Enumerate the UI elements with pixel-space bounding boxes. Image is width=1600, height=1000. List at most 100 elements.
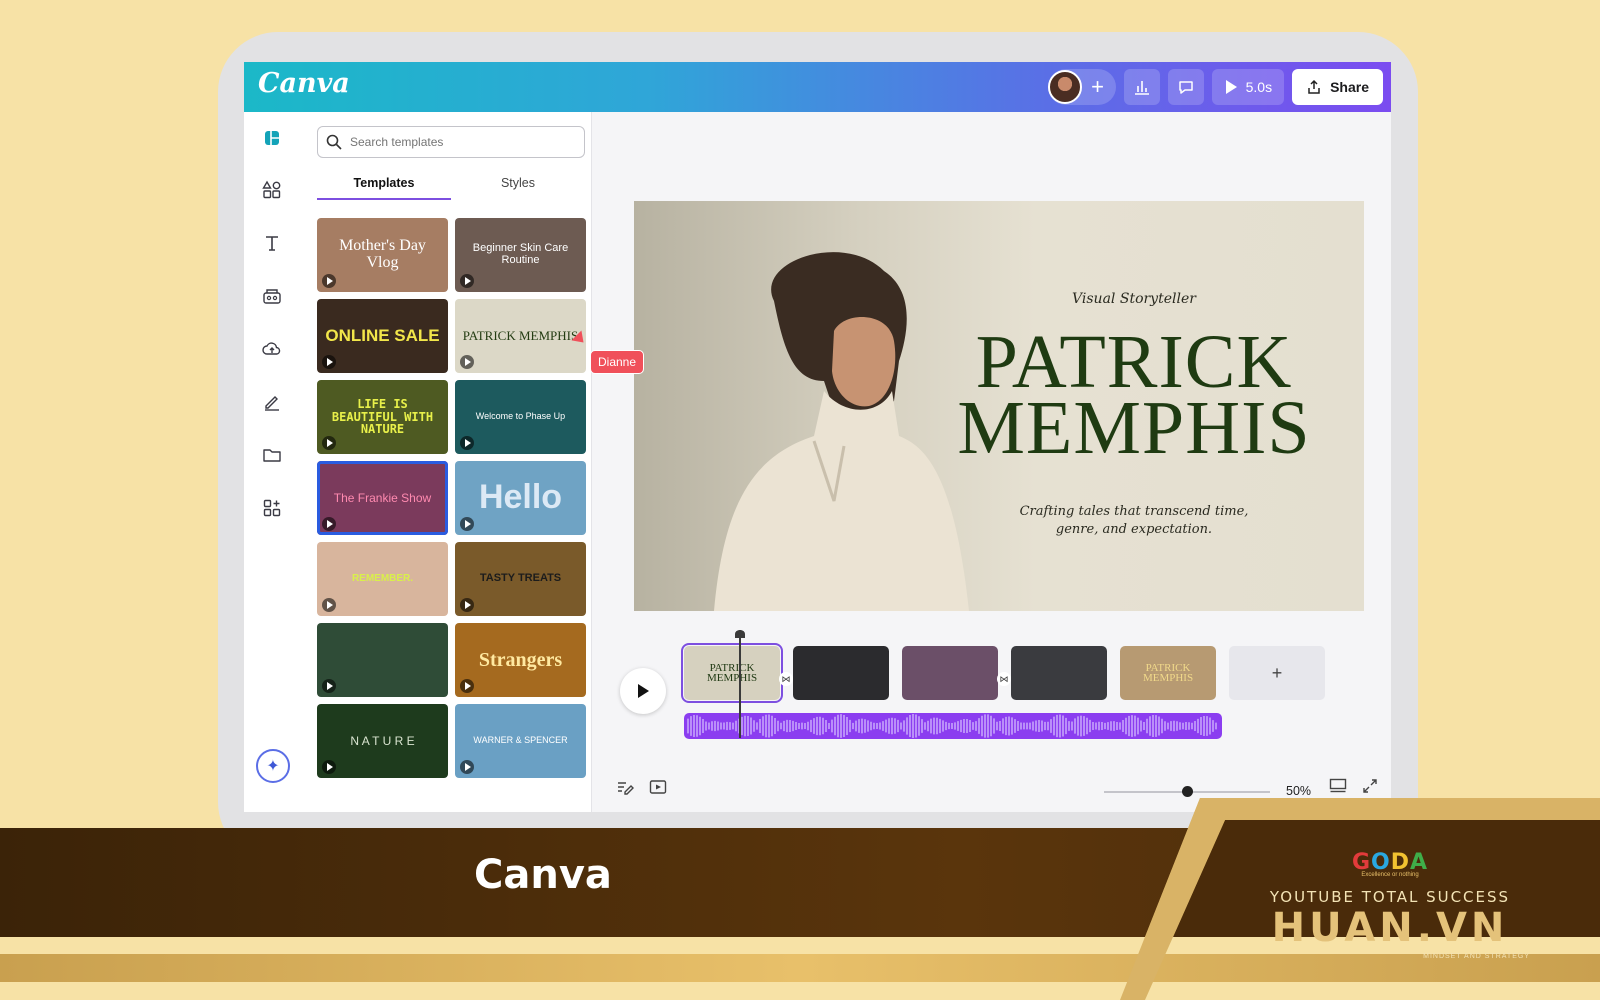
collaborator-tag: Dianne — [590, 350, 645, 374]
template-thumb-label: PATRICK MEMPHIS — [462, 328, 579, 344]
slide-canvas[interactable]: Visual Storyteller PATRICK MEMPHIS Craft… — [634, 201, 1364, 611]
slide-tagline-line1: Crafting tales that transcend time, — [1019, 504, 1249, 519]
video-play-icon — [322, 436, 336, 450]
banner-title: Canva — [474, 852, 612, 898]
timeline-clip-label-line2: MEMPHIS — [706, 672, 758, 684]
video-play-icon — [460, 517, 474, 531]
add-collaborator-button[interactable]: + — [1086, 75, 1110, 99]
template-thumb-label: N A T U R E — [350, 733, 415, 748]
side-rail: ✦ — [244, 112, 300, 812]
search-icon — [326, 134, 342, 150]
panel-tabs: Templates Styles — [317, 172, 585, 200]
template-thumb-label: WARNER & SPENCER — [473, 735, 568, 746]
uploads-icon[interactable] — [258, 335, 286, 363]
comments-button[interactable] — [1167, 69, 1204, 105]
template-thumb[interactable]: TASTY TREATS — [455, 542, 586, 616]
slide-tagline: Crafting tales that transcend time, genr… — [1004, 503, 1264, 539]
video-play-icon — [460, 436, 474, 450]
elements-icon[interactable] — [258, 176, 286, 204]
template-thumb-label: Strangers — [478, 648, 563, 671]
brand-tagline: YOUTUBE TOTAL SUCCESS — [1269, 888, 1511, 906]
template-thumb[interactable]: PATRICK MEMPHIS — [455, 299, 586, 373]
magic-icon[interactable]: ✦ — [256, 749, 290, 783]
portrait-image — [714, 252, 969, 611]
search-input[interactable] — [350, 135, 570, 149]
template-thumb[interactable]: Beginner Skin Care Routine — [455, 218, 586, 292]
timeline-play-button[interactable] — [620, 668, 666, 714]
template-thumb-label: ONLINE SALE — [325, 326, 440, 346]
share-button[interactable]: Share — [1292, 69, 1383, 105]
video-play-icon — [322, 598, 336, 612]
template-thumb[interactable]: Mother's Day Vlog — [317, 218, 448, 292]
transition-icon[interactable]: ⋈ — [997, 672, 1011, 686]
template-thumb-label: Hello — [478, 478, 563, 517]
template-thumb[interactable]: LIFE IS BEAUTIFUL WITH NATURE — [317, 380, 448, 454]
design-icon[interactable] — [258, 124, 286, 152]
template-thumb[interactable]: N A T U R E — [317, 704, 448, 778]
video-play-icon — [322, 760, 336, 774]
play-icon — [1225, 80, 1237, 94]
video-play-icon — [322, 274, 336, 288]
insights-button[interactable] — [1123, 69, 1160, 105]
brand-subtitle: MINDSET AND STRATEGY — [1423, 953, 1530, 960]
template-thumb[interactable]: Welcome to Phase Up — [455, 380, 586, 454]
add-clip-button[interactable]: + — [1229, 646, 1325, 700]
template-thumb[interactable]: Strangers — [455, 623, 586, 697]
grid-view-icon[interactable] — [1329, 778, 1347, 799]
template-thumb[interactable]: WARNER & SPENCER — [455, 704, 586, 778]
template-thumb-label: The Frankie Show — [333, 490, 432, 505]
template-thumb[interactable] — [317, 623, 448, 697]
top-bar-actions: + 5.0s Share — [1047, 69, 1383, 105]
search-box — [317, 126, 585, 158]
template-thumb-label: REMEMBER. — [351, 572, 414, 584]
timeline-clip[interactable] — [793, 646, 889, 700]
canva-logo[interactable]: Canva — [258, 68, 350, 99]
collaborators: + — [1047, 69, 1116, 105]
video-play-icon — [460, 274, 474, 288]
timeline-clips: PATRICK MEMPHIS PATRICK MEMPHIS + ⋈ ⋈ — [681, 643, 1325, 703]
template-thumb-label: LIFE IS BEAUTIFUL WITH NATURE — [331, 397, 434, 437]
tab-templates[interactable]: Templates — [317, 172, 451, 200]
template-thumb[interactable]: Hello — [455, 461, 586, 535]
template-thumb[interactable]: The Frankie Show — [317, 461, 448, 535]
transition-icon[interactable]: ⋈ — [779, 672, 793, 686]
timeline-clip[interactable] — [902, 646, 998, 700]
video-play-icon — [322, 679, 336, 693]
template-thumb[interactable]: ONLINE SALE — [317, 299, 448, 373]
zoom-slider-handle[interactable] — [1182, 786, 1193, 797]
timeline-clip[interactable]: PATRICK MEMPHIS — [1120, 646, 1216, 700]
timer-icon[interactable] — [649, 779, 667, 800]
zoom-value[interactable]: 50% — [1286, 784, 1311, 798]
video-play-icon — [460, 760, 474, 774]
video-play-icon — [460, 598, 474, 612]
notes-icon[interactable] — [616, 779, 634, 800]
playhead[interactable] — [735, 630, 745, 738]
apps-icon[interactable] — [258, 494, 286, 522]
timeline-clip-label: PATRICK MEMPHIS — [1120, 663, 1216, 684]
video-play-icon — [322, 355, 336, 369]
slide-tagline-line2: genre, and expectation. — [1055, 522, 1213, 537]
templates-panel: Templates Styles Mother's Day Vlog Beginn… — [300, 112, 592, 812]
avatar[interactable] — [1047, 70, 1082, 104]
draw-icon[interactable] — [258, 388, 286, 416]
brand-logo-block: GODA Excellence or nothing YOUTUBE TOTAL… — [1250, 850, 1530, 960]
text-icon[interactable] — [258, 229, 286, 257]
share-icon — [1308, 79, 1320, 94]
timeline-clip-label: PATRICK MEMPHIS — [706, 663, 758, 684]
top-bar: Canva + 5.0s Share — [244, 62, 1391, 112]
tab-styles[interactable]: Styles — [451, 172, 585, 200]
projects-icon[interactable] — [258, 441, 286, 469]
slide-title-line2: MEMPHIS — [957, 386, 1311, 470]
timeline-clip[interactable] — [1011, 646, 1107, 700]
comment-icon — [1178, 81, 1193, 94]
template-grid: Mother's Day Vlog Beginner Skin Care Rout… — [317, 218, 589, 778]
video-play-icon — [460, 355, 474, 369]
brand-icon[interactable] — [258, 282, 286, 310]
template-thumb[interactable]: REMEMBER. — [317, 542, 448, 616]
timeline-clip[interactable]: PATRICK MEMPHIS — [681, 643, 783, 703]
present-button[interactable]: 5.0s — [1211, 69, 1285, 105]
video-play-icon — [460, 679, 474, 693]
audio-track[interactable] — [684, 713, 1222, 739]
fullscreen-icon[interactable] — [1362, 778, 1378, 799]
template-thumb-label: Beginner Skin Care Routine — [472, 242, 569, 266]
